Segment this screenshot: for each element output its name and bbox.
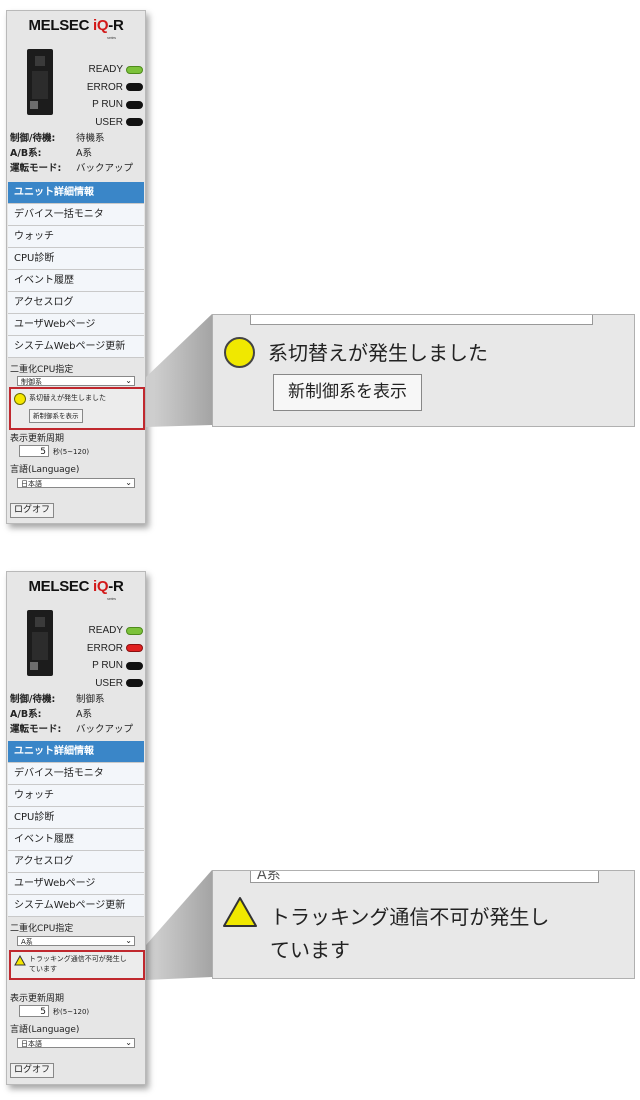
refresh-label: 表示更新周期 [10, 994, 65, 1004]
language-select[interactable]: 日本語 ⌄ [17, 1038, 135, 1048]
alarm-message-line2: ています [29, 965, 57, 973]
alarm-message-line1: トラッキング通信不可が発生し [29, 955, 127, 963]
web-monitor-panel-control: MELSEC iQ-R series READY ERROR P RUN USE… [6, 571, 146, 1085]
ready-led-icon [126, 626, 143, 635]
alarm-box: トラッキング通信不可が発生し ています [9, 950, 145, 980]
menu-event-history[interactable]: イベント履歴 [8, 829, 144, 851]
refresh-input[interactable]: 5 [19, 1005, 49, 1017]
led-ready: READY [67, 622, 143, 640]
refresh-unit: 秒(5~120) [53, 1008, 90, 1016]
chevron-down-icon: ⌄ [125, 936, 132, 945]
menu-access-log[interactable]: アクセスログ [8, 851, 144, 873]
zoom-alarm-text-line1: トラッキング通信不可が発生し [270, 905, 550, 929]
language-label: 言語(Language) [10, 1025, 80, 1035]
zoom-show-new-control-button[interactable]: 新制御系を表示 [273, 374, 422, 411]
led-user: USER [67, 675, 143, 693]
cpu-select-label: 二重化CPU指定 [10, 924, 74, 934]
zoom-callout-1: 系切替えが発生しました 新制御系を表示 [212, 314, 635, 427]
status-info: 制御/待機: 制御系 A/B系: A系 運転モード: バックアップ [10, 694, 134, 735]
menu-device-monitor[interactable]: デバイス一括モニタ [8, 763, 144, 785]
warning-triangle-icon [14, 955, 26, 966]
melsec-iqr-logo: MELSEC iQ-R series [28, 578, 124, 601]
menu-user-webpage[interactable]: ユーザWebページ [8, 873, 144, 895]
prun-led-icon [126, 661, 143, 670]
cpu-select[interactable]: A系 ⌄ [17, 936, 135, 946]
cpu-module-image [27, 610, 53, 676]
warning-triangle-icon [223, 897, 257, 927]
led-prun: P RUN [67, 657, 143, 675]
warning-circle-icon [224, 337, 255, 368]
user-led-icon [126, 679, 143, 688]
zoom-alarm-text-line2: ています [270, 938, 350, 962]
led-status-list: READY ERROR P RUN USER [67, 622, 143, 692]
menu-unit-detail[interactable]: ユニット詳細情報 [8, 741, 144, 763]
error-led-icon [126, 644, 143, 653]
led-error: ERROR [67, 640, 143, 658]
menu-cpu-diagnostics[interactable]: CPU診断 [8, 807, 144, 829]
menu-system-webpage-update[interactable]: システムWebページ更新 [8, 895, 144, 917]
zoom-alarm-text: 系切替えが発生しました [268, 341, 488, 365]
zoom-callout-2: A系 トラッキング通信不可が発生し ています [212, 870, 635, 979]
chevron-down-icon: ⌄ [125, 1038, 132, 1047]
menu-watch[interactable]: ウォッチ [8, 785, 144, 807]
logoff-button[interactable]: ログオフ [10, 1063, 55, 1078]
side-menu: ユニット詳細情報 デバイス一括モニタ ウォッチ CPU診断 イベント履歴 アクセ… [8, 741, 144, 917]
